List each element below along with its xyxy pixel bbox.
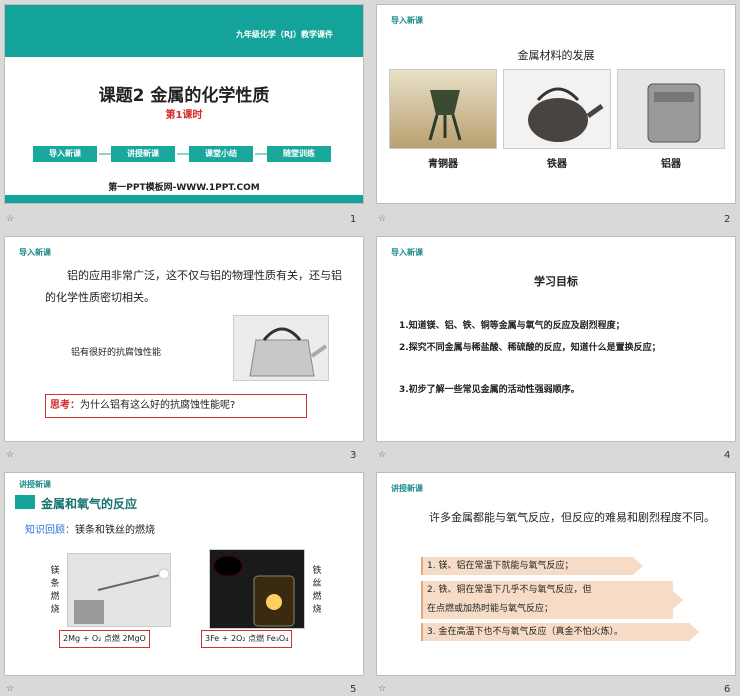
- kettle-label: 铝有很好的抗腐蚀性能: [71, 348, 162, 358]
- section-tag: 讲授新课: [19, 480, 51, 489]
- aluminum-caption: 铝器: [661, 159, 681, 170]
- slide-number: 1: [350, 214, 357, 225]
- fact-item: 1. 镁、铝在常温下就能与氧气反应；: [421, 557, 633, 575]
- think-question-box: 思考：为什么铝有这么好的抗腐蚀性能呢?: [45, 394, 307, 418]
- iron-caption: 铁器: [547, 159, 567, 170]
- section-tag: 导入新课: [391, 248, 423, 257]
- slide-3[interactable]: 导入新课 铝的应用非常广泛，这不仅与铝的物理性质有关，还与铝的化学性质密切相关。…: [4, 236, 364, 442]
- bottom-bar: [5, 195, 363, 203]
- review-label: 知识回顾：: [25, 525, 75, 536]
- arrow-tip-icon: [633, 557, 643, 575]
- fact-item: 3. 金在高温下也不与氧气反应（真金不怕火炼）。: [421, 623, 689, 641]
- slide-number: 3: [350, 450, 357, 461]
- slide-2[interactable]: 导入新课 金属材料的发展 青铜器 铁器 铝器: [376, 4, 736, 204]
- lesson-subtitle: 第1课时: [165, 110, 203, 121]
- fact-line: 2. 铁、铜在常温下几乎不与氧气反应，但: [427, 585, 592, 595]
- think-question: 为什么铝有这么好的抗腐蚀性能呢?: [80, 400, 236, 411]
- think-label: 思考：: [50, 400, 80, 411]
- section-tag: 讲授新课: [391, 484, 423, 493]
- goal-item: 2.探究不同金属与稀盐酸、稀硫酸的反应，知道什么是置换反应；: [399, 343, 661, 353]
- footer-text: 第一PPT模板网-WWW.1PPT.COM: [108, 183, 260, 193]
- arrow-tip-icon: [689, 623, 699, 641]
- slide-heading: 金属材料的发展: [517, 49, 595, 62]
- aluminum-kettle-image: [233, 315, 329, 381]
- star-icon[interactable]: ☆: [378, 214, 386, 224]
- iron-equation: 3Fe + 2O₂ 点燃 Fe₃O₄: [201, 630, 293, 648]
- slide-heading: 学习目标: [534, 275, 578, 288]
- intro-paragraph: 许多金属都能与氧气反应，但反应的难易和剧烈程度不同。: [429, 511, 715, 524]
- star-icon[interactable]: ☆: [378, 450, 386, 460]
- mg-side-label: 镁条燃烧: [50, 566, 60, 615]
- arrow-tip-icon: [673, 591, 683, 609]
- slide-number: 6: [724, 684, 731, 695]
- star-icon[interactable]: ☆: [6, 450, 14, 460]
- goal-item: 3.初步了解一些常见金属的活动性强弱顺序。: [399, 385, 580, 395]
- fact-line: 在点燃或加热时能与氧气反应；: [427, 604, 554, 614]
- fe-side-label: 铁丝燃烧: [312, 566, 322, 615]
- intro-paragraph: 铝的应用非常广泛，这不仅与铝的物理性质有关，还与铝的化学性质密切相关。: [45, 269, 342, 304]
- slide-number: 4: [724, 450, 731, 461]
- goal-item: 1.知道镁、铝、铁、铜等金属与氧气的反应及剧烈程度；: [399, 321, 625, 331]
- star-icon[interactable]: ☆: [6, 214, 14, 224]
- iron-teapot-image: [503, 69, 611, 149]
- slide-5[interactable]: 讲授新课 金属和氧气的反应 知识回顾：镁条和铁丝的燃烧 镁条燃烧 铁丝燃烧 2M…: [4, 472, 364, 676]
- slide-title: 课题2 金属的化学性质: [98, 86, 270, 106]
- nav-intro-button[interactable]: 导入新课: [33, 146, 97, 162]
- slide-1[interactable]: 九年级化学（RJ）教学课件 课题2 金属的化学性质 第1课时 导入新课 讲授新课…: [4, 4, 364, 204]
- magnesium-equation: 2Mg + O₂ 点燃 2MgO: [59, 630, 150, 648]
- section-tag: 导入新课: [391, 16, 423, 25]
- slide-number: 2: [724, 214, 731, 225]
- slide-6[interactable]: 讲授新课 许多金属都能与氧气反应，但反应的难易和剧烈程度不同。 1. 镁、铝在常…: [376, 472, 736, 676]
- nav-practice-button[interactable]: 随堂训练: [267, 146, 331, 162]
- fact-item: 2. 铁、铜在常温下几乎不与氧气反应，但 在点燃或加热时能与氧气反应；: [421, 581, 673, 619]
- title-header-bar: 九年级化学（RJ）教学课件: [5, 5, 363, 57]
- review-line: 知识回顾：镁条和铁丝的燃烧: [25, 521, 155, 536]
- magnesium-burning-image: [67, 553, 171, 627]
- iron-burning-image: [209, 549, 305, 629]
- slide-number: 5: [350, 684, 357, 695]
- nav-lecture-button[interactable]: 讲授新课: [111, 146, 175, 162]
- heading-accent-bar: [15, 495, 35, 509]
- section-tag: 导入新课: [19, 248, 51, 257]
- nav-summary-button[interactable]: 课堂小结: [189, 146, 253, 162]
- slide-heading: 金属和氧气的反应: [41, 497, 138, 511]
- slide-4[interactable]: 导入新课 学习目标 1.知道镁、铝、铁、铜等金属与氧气的反应及剧烈程度； 2.探…: [376, 236, 736, 442]
- course-label: 九年级化学（RJ）教学课件: [235, 30, 333, 39]
- bronze-caption: 青铜器: [428, 159, 458, 170]
- review-text: 镁条和铁丝的燃烧: [75, 525, 155, 536]
- bronze-vessel-image: [389, 69, 497, 149]
- star-icon[interactable]: ☆: [378, 684, 386, 694]
- star-icon[interactable]: ☆: [6, 684, 14, 694]
- aluminum-box-image: [617, 69, 725, 149]
